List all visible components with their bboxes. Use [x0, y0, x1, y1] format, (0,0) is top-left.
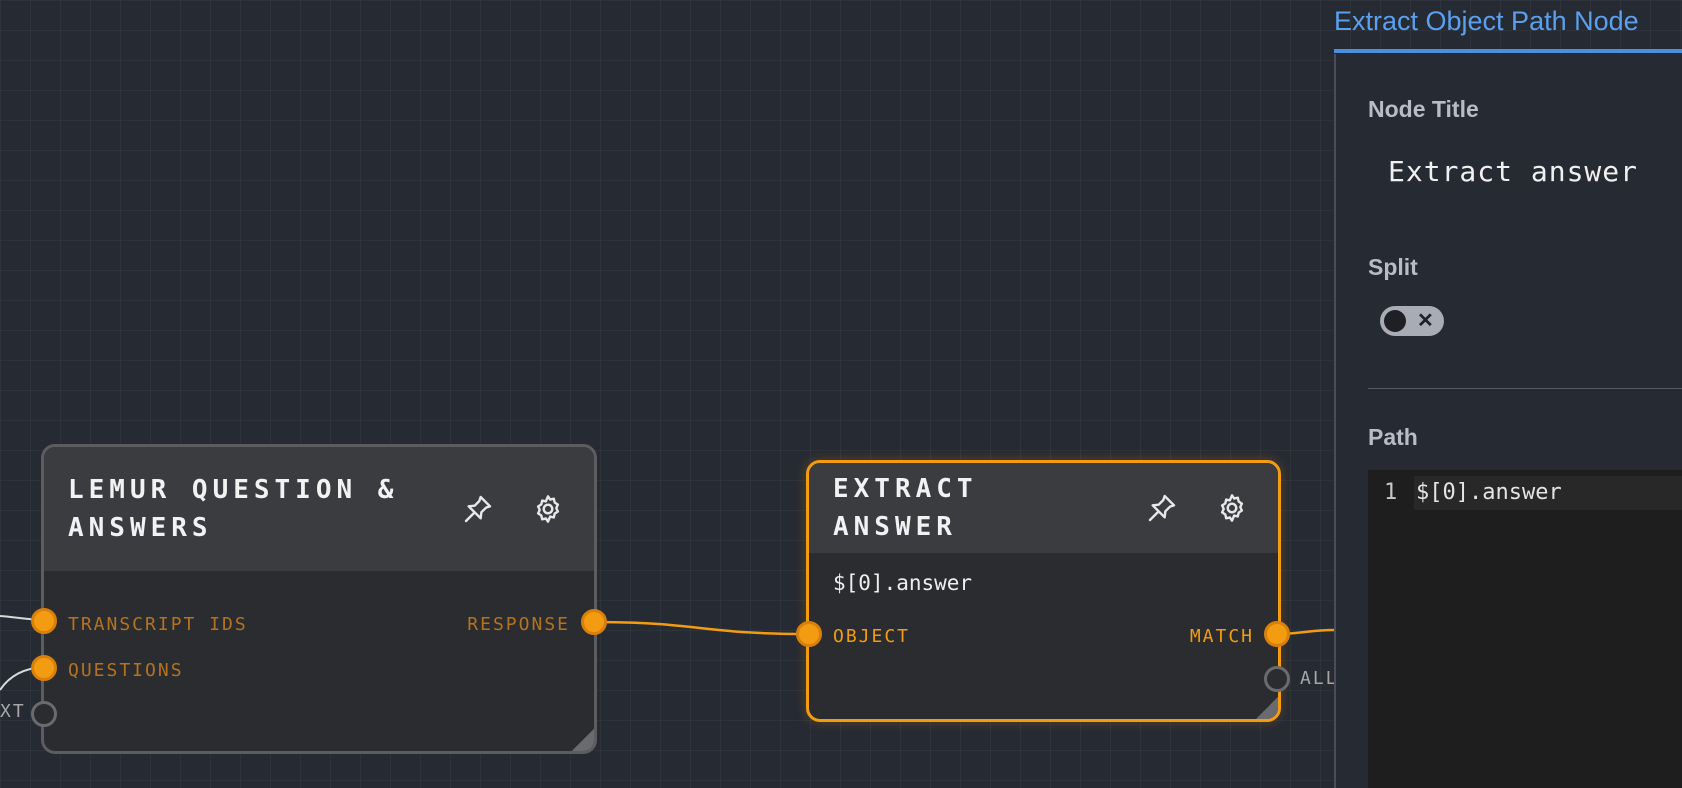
- close-icon: ✕: [1417, 310, 1434, 332]
- port-label-response: RESPONSE: [467, 614, 570, 635]
- port-all[interactable]: [1264, 666, 1290, 692]
- port-label-cut-off: XT: [0, 701, 26, 722]
- node-title-field[interactable]: [1386, 154, 1680, 189]
- split-toggle[interactable]: ✕: [1380, 306, 1444, 336]
- resize-handle[interactable]: [1256, 697, 1278, 719]
- port-label-match: MATCH: [1189, 626, 1254, 647]
- code-line[interactable]: $[0].answer: [1414, 476, 1682, 510]
- port-transcript-ids[interactable]: [31, 608, 57, 634]
- port-label-object: OBJECT: [833, 626, 911, 647]
- path-label: Path: [1368, 424, 1418, 450]
- port-questions[interactable]: [31, 655, 57, 681]
- gear-icon[interactable]: [1210, 486, 1254, 530]
- path-code-editor[interactable]: 1 $[0].answer: [1368, 470, 1682, 788]
- split-label: Split: [1368, 254, 1418, 280]
- line-number: 1: [1384, 480, 1398, 505]
- path-preview: $[0].answer: [833, 571, 973, 595]
- node-title: LEMUR QUESTION & ANSWERS: [68, 475, 399, 543]
- toggle-knob: [1384, 310, 1406, 332]
- port-label-transcript-ids: TRANSCRIPT IDS: [68, 614, 248, 635]
- wire-response-to-object[interactable]: [592, 620, 810, 636]
- node-title-label: Node Title: [1368, 96, 1479, 122]
- pin-icon[interactable]: [1140, 486, 1184, 530]
- port-label-questions: QUESTIONS: [68, 660, 184, 681]
- port-response[interactable]: [581, 609, 607, 635]
- lemur-question-answers-node[interactable]: LEMUR QUESTION & ANSWERS TRANSCRIPT IDS …: [41, 444, 597, 754]
- panel-tab[interactable]: Extract Object Path Node: [1334, 6, 1682, 53]
- gear-icon[interactable]: [526, 487, 570, 531]
- node-header[interactable]: EXTRACT ANSWER: [809, 463, 1278, 553]
- port-unconnected-input[interactable]: [31, 701, 57, 727]
- extract-answer-node[interactable]: EXTRACT ANSWER $[0].answer OBJECT MATCH: [806, 460, 1281, 722]
- pin-icon[interactable]: [456, 487, 500, 531]
- port-match[interactable]: [1264, 621, 1290, 647]
- node-header[interactable]: LEMUR QUESTION & ANSWERS: [44, 447, 594, 571]
- port-object[interactable]: [796, 621, 822, 647]
- resize-handle[interactable]: [572, 729, 594, 751]
- node-settings-panel: Node Title Split ✕ Path 1 $[0].answer: [1334, 54, 1682, 788]
- port-label-all: ALL: [1300, 668, 1339, 689]
- divider: [1368, 388, 1682, 389]
- node-title: EXTRACT ANSWER: [833, 474, 978, 542]
